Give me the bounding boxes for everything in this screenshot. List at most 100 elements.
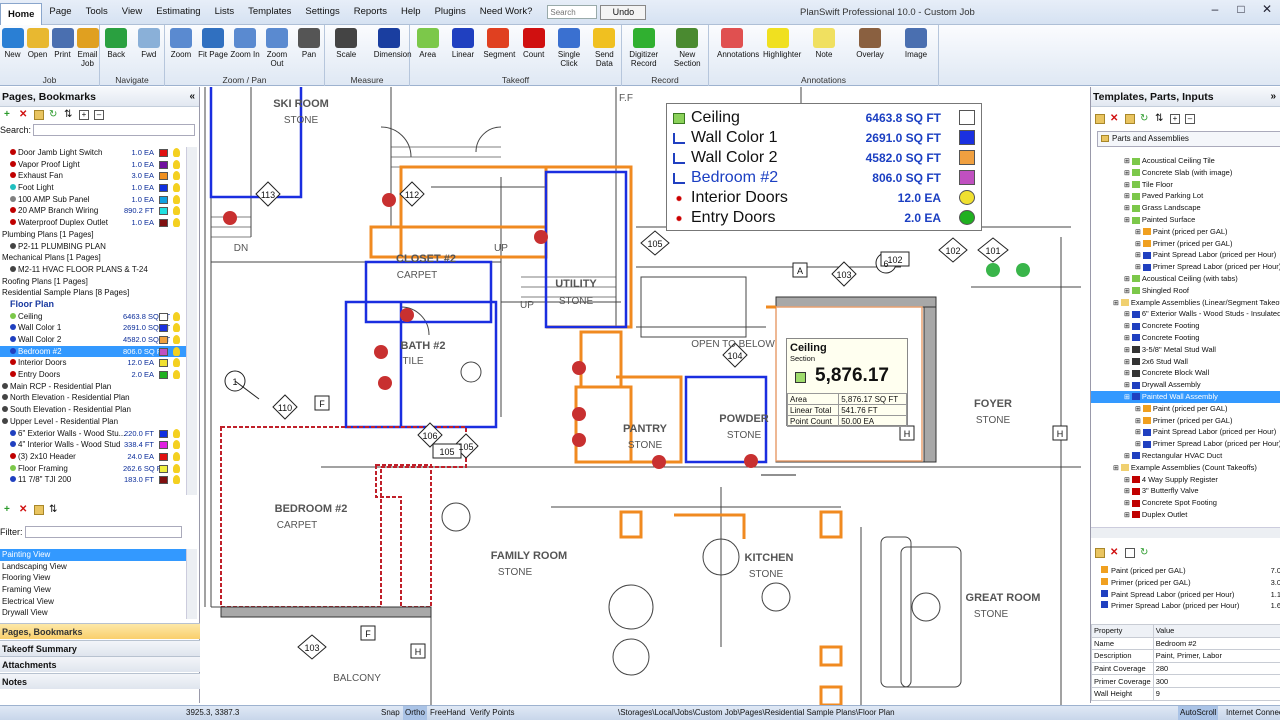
area-button[interactable]: Area <box>413 28 443 59</box>
minimize-icon[interactable]: – <box>1202 0 1228 20</box>
property-value[interactable]: 300 <box>1152 674 1280 688</box>
menu-templates[interactable]: Templates <box>241 0 298 25</box>
color-swatch[interactable] <box>159 160 168 169</box>
expand-toggle-icon[interactable]: ⊞ <box>1124 370 1130 377</box>
views-scrollbar[interactable] <box>186 549 197 619</box>
visibility-bulb-icon[interactable] <box>173 463 180 473</box>
property-row[interactable]: Wall Height 9 <box>1091 686 1280 701</box>
property-row[interactable]: Name Bedroom #2 <box>1091 636 1280 651</box>
view-item[interactable]: Flooring View <box>0 572 186 584</box>
parts-list-icon[interactable] <box>1125 548 1135 558</box>
color-swatch[interactable] <box>159 429 168 438</box>
menu-estimating[interactable]: Estimating <box>149 0 207 25</box>
tree-item[interactable]: Main RCP - Residential Plan <box>0 381 186 393</box>
view-item[interactable]: Framing View <box>0 584 186 596</box>
expand-toggle-icon[interactable]: ⊞ <box>1135 441 1141 448</box>
expand-toggle-icon[interactable]: ⊞ <box>1124 205 1130 212</box>
menu-home[interactable]: Home <box>0 3 43 25</box>
expand-all-icon[interactable]: + <box>79 110 89 120</box>
maximize-icon[interactable]: □ <box>1228 0 1254 20</box>
expand-toggle-icon[interactable]: ⊞ <box>1113 465 1119 472</box>
tree-item[interactable]: Wall Color 1 2691.0 SQ FT <box>0 322 186 334</box>
template-item[interactable]: ⊞ Rectangular HVAC Duct <box>1091 450 1280 462</box>
menu-plugins[interactable]: Plugins <box>428 0 473 25</box>
visibility-bulb-icon[interactable] <box>173 323 180 333</box>
overlay-button[interactable]: Overlay <box>855 28 885 59</box>
color-swatch[interactable] <box>159 324 168 333</box>
tree-item[interactable]: Exhaust Fan 3.0 EA <box>0 170 186 182</box>
tree-item[interactable]: Wall Color 2 4582.0 SQ FT <box>0 334 186 346</box>
menu-settings[interactable]: Settings <box>298 0 346 25</box>
tree-item[interactable]: South Elevation - Residential Plan <box>0 404 186 416</box>
refresh-icon[interactable]: ↻ <box>49 110 59 120</box>
visibility-bulb-icon[interactable] <box>173 451 180 461</box>
expand-toggle-icon[interactable]: ⊞ <box>1124 158 1130 165</box>
template-item[interactable]: ⊞ Shingled Roof <box>1091 285 1280 297</box>
tree-item[interactable]: Waterproof Duplex Outlet 1.0 EA <box>0 217 186 229</box>
accordion-attachments[interactable]: Attachments <box>0 656 200 672</box>
expand-toggle-icon[interactable]: ⊞ <box>1124 453 1130 460</box>
color-swatch[interactable] <box>159 347 168 356</box>
tree-item[interactable]: M2-11 HVAC FLOOR PLANS & T-24 <box>0 264 186 276</box>
collapse-all-icon[interactable]: – <box>94 110 104 120</box>
autoscroll-toggle[interactable]: AutoScroll <box>1178 706 1219 720</box>
expand-toggle-icon[interactable]: ⊞ <box>1124 335 1130 342</box>
delete-icon[interactable]: ✕ <box>19 110 29 120</box>
expand-toggle-icon[interactable]: ⊞ <box>1124 193 1130 200</box>
tree-item[interactable]: 6" Exterior Walls - Wood Stu... 220.0 FT <box>0 428 186 440</box>
parts-delete-icon[interactable]: ✕ <box>1110 548 1120 558</box>
tree-item[interactable]: 100 AMP Sub Panel 1.0 EA <box>0 194 186 206</box>
template-item[interactable]: ⊞ Paint (priced per GAL) <box>1091 403 1280 415</box>
tree-item[interactable]: 11 7/8" TJI 200 183.0 FT <box>0 474 186 486</box>
view-item[interactable]: Electrical View <box>0 596 186 608</box>
tree-item[interactable]: 20 AMP Branch Wiring 890.2 FT <box>0 205 186 217</box>
tree-item[interactable]: Floor Framing 262.6 SQ FT <box>0 463 186 475</box>
template-item[interactable]: ⊞ Concrete Footing <box>1091 332 1280 344</box>
property-row[interactable]: Paint Coverage 280 <box>1091 661 1280 676</box>
visibility-bulb-icon[interactable] <box>173 475 180 485</box>
verify-points-toggle[interactable]: Verify Points <box>470 706 514 720</box>
sort-icon[interactable]: ⇅ <box>64 110 74 120</box>
template-item[interactable]: ⊞ 2x6 Stud Wall <box>1091 356 1280 368</box>
part-item[interactable]: Paint Spread Labor (priced per Hour) 1.1 <box>1091 589 1280 601</box>
template-item[interactable]: ⊞ Primer (priced per GAL) <box>1091 415 1280 427</box>
tree-item[interactable]: Entry Doors 2.0 EA <box>0 369 186 381</box>
expand-toggle-icon[interactable]: ⊞ <box>1124 170 1130 177</box>
parts-folder-icon[interactable] <box>1095 548 1105 558</box>
scale-button[interactable]: Scale <box>331 28 361 59</box>
view-item[interactable]: Painting View <box>0 549 186 561</box>
menu-page[interactable]: Page <box>42 0 78 25</box>
freehand-toggle[interactable]: FreeHand <box>430 706 466 720</box>
add-icon[interactable]: + <box>4 110 14 120</box>
expand-toggle-icon[interactable]: ⊞ <box>1124 382 1130 389</box>
template-item[interactable]: ⊞ Concrete Spot Footing <box>1091 497 1280 509</box>
new-section-button[interactable]: New Section <box>672 28 702 68</box>
zoom-out-button[interactable]: Zoom Out <box>262 28 292 68</box>
visibility-bulb-icon[interactable] <box>173 206 180 216</box>
template-item[interactable]: ⊞ 3-5/8" Metal Stud Wall <box>1091 344 1280 356</box>
template-item[interactable]: ⊞ Acoustical Ceiling (with tabs) <box>1091 273 1280 285</box>
visibility-bulb-icon[interactable] <box>173 428 180 438</box>
template-item[interactable]: ⊞ Paint Spread Labor (priced per Hour) <box>1091 426 1280 438</box>
zoom-in-button[interactable]: Zoom In <box>230 28 260 59</box>
template-item[interactable]: ⊞ Drywall Assembly <box>1091 379 1280 391</box>
fit-page-button[interactable]: Fit Page <box>198 28 228 59</box>
template-item[interactable]: ⊞ 6" Exterior Walls - Wood Studs - Insula… <box>1091 308 1280 320</box>
accordion-notes[interactable]: Notes <box>0 672 200 689</box>
template-item[interactable]: ⊞ Primer (priced per GAL) <box>1091 238 1280 250</box>
expand-toggle-icon[interactable]: ⊞ <box>1124 323 1130 330</box>
part-item[interactable]: Primer Spread Labor (priced per Hour) 1.6 <box>1091 600 1280 612</box>
tree-item[interactable]: Door Jamb Light Switch 1.0 EA <box>0 147 186 159</box>
expand-toggle-icon[interactable]: ⊞ <box>1135 429 1141 436</box>
template-item[interactable]: ⊞ Concrete Footing <box>1091 320 1280 332</box>
expand-toggle-icon[interactable]: ⊞ <box>1124 288 1130 295</box>
collapse-icon[interactable]: « <box>189 87 195 107</box>
annotations-button[interactable]: Annotations <box>717 28 759 59</box>
visibility-bulb-icon[interactable] <box>173 183 180 193</box>
tree-item[interactable]: 4" Interior Walls - Wood Stud 338.4 FT <box>0 439 186 451</box>
sort-view-icon[interactable]: ⇅ <box>49 505 59 515</box>
snap-toggle[interactable]: Snap <box>381 706 400 720</box>
tree-item[interactable]: Floor Plan <box>0 299 186 311</box>
linear-button[interactable]: Linear <box>448 28 478 59</box>
template-item[interactable]: ⊞ Concrete Slab (with image) <box>1091 167 1280 179</box>
